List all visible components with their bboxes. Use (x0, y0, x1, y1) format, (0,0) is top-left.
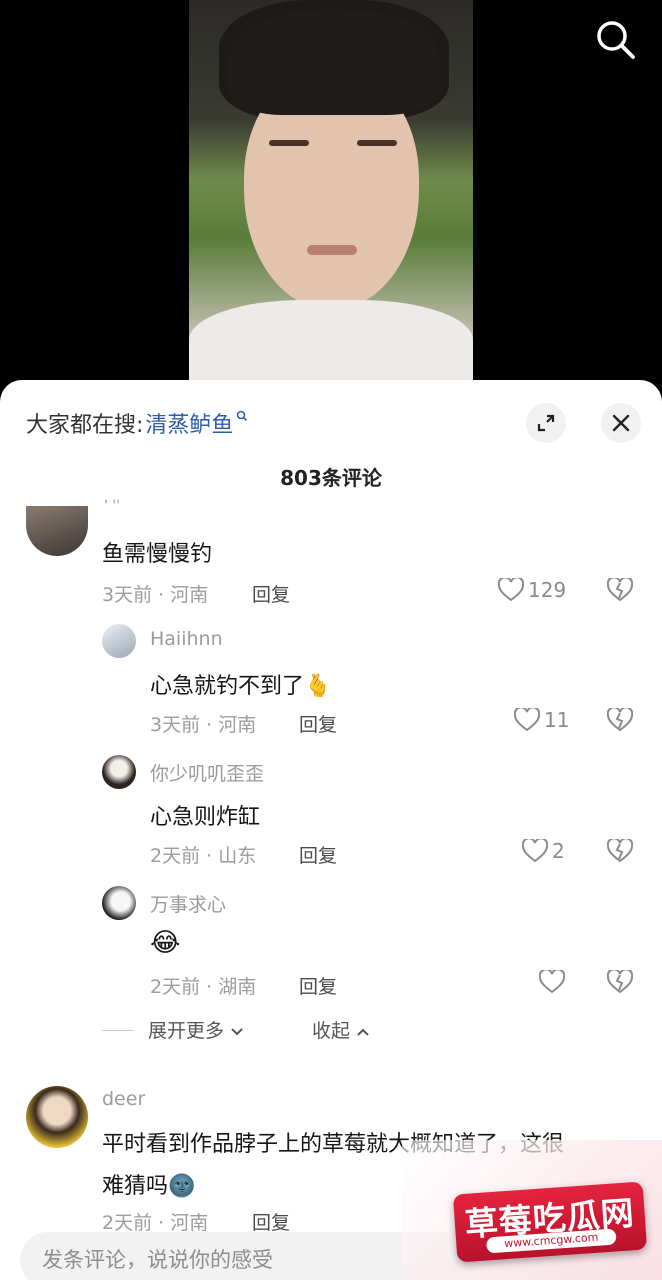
avatar[interactable] (102, 755, 136, 789)
comment-item: ' '' 鱼需慢慢钓 3天前 · 河南 回复 129 (0, 498, 662, 608)
tears-of-joy-emoji: 😂 (150, 928, 181, 958)
expand-more-button[interactable]: 展开更多 (148, 1016, 244, 1043)
reply-button[interactable]: 回复 (299, 710, 337, 737)
collapse-button[interactable]: 收起 (312, 1016, 370, 1043)
collapse-label: 收起 (312, 1020, 351, 1042)
dislike-button[interactable] (606, 837, 634, 867)
comment-username[interactable]: ' '' (104, 498, 120, 514)
like-count: 11 (544, 708, 570, 732)
broken-heart-icon (606, 968, 634, 994)
reply-button[interactable]: 回复 (299, 841, 337, 868)
expand-sheet-button[interactable] (526, 403, 566, 443)
dislike-button[interactable] (606, 968, 634, 998)
hot-search-bar: 大家都在搜: 清蒸鲈鱼 (26, 406, 248, 440)
comment-text: 心急就钓不到了🫰 (150, 668, 331, 700)
expand-more-label: 展开更多 (148, 1020, 225, 1042)
chevron-down-icon (231, 1028, 243, 1036)
heart-icon (539, 970, 565, 994)
comment-username[interactable]: 你少叽叽歪歪 (150, 759, 264, 786)
like-count: 2 (552, 839, 565, 863)
video-person-eye-left (269, 140, 309, 146)
comment-username[interactable]: deer (102, 1088, 145, 1110)
comment-text: 心急则炸缸 (150, 805, 261, 830)
avatar[interactable] (102, 624, 136, 658)
reply-item: Haiihnn 心急就钓不到了🫰 3天前 · 河南 回复 11 (0, 622, 662, 742)
video-person-mouth (307, 245, 357, 255)
comment-text: 鱼需慢慢钓 (102, 542, 213, 567)
close-sheet-button[interactable] (601, 403, 641, 443)
video-player[interactable] (0, 0, 662, 400)
search-icon[interactable] (592, 16, 638, 62)
reply-item: 万事求心 😂 2天前 · 湖南 回复 (0, 884, 662, 1004)
heart-icon (522, 839, 548, 863)
reply-expand-row: 展开更多 收起 (102, 1016, 502, 1046)
moon-face-emoji: 🌚 (168, 1174, 196, 1199)
comment-count-title: 803条评论 (280, 466, 382, 490)
heart-icon (514, 708, 540, 732)
hot-search-prefix: 大家都在搜: (26, 413, 144, 438)
comment-meta: 3天前 · 河南 (102, 584, 209, 606)
like-count: 129 (528, 578, 567, 602)
reply-item: 你少叽叽歪歪 心急则炸缸 2天前 · 山东 回复 2 (0, 753, 662, 873)
avatar[interactable] (26, 506, 88, 556)
comment-text-body: 心急就钓不到了 (150, 674, 305, 699)
dislike-button[interactable] (606, 576, 634, 606)
video-person-eye-right (357, 140, 397, 146)
comment-meta: 2天前 · 河南 (102, 1212, 209, 1234)
comment-text-line2: 难猜吗🌚 (102, 1168, 195, 1200)
comment-username[interactable]: Haiihnn (150, 628, 223, 650)
close-icon (612, 414, 630, 432)
like-button[interactable]: 11 (514, 708, 569, 732)
broken-heart-icon (606, 837, 634, 863)
comment-input[interactable] (42, 1242, 422, 1278)
like-button[interactable]: 129 (498, 578, 566, 602)
reply-button[interactable]: 回复 (252, 580, 290, 607)
expand-icon (537, 414, 555, 432)
like-button[interactable]: 2 (522, 839, 565, 863)
finger-heart-emoji: 🫰 (304, 674, 332, 699)
comment-text-body: 难猜吗 (102, 1174, 169, 1199)
video-frame[interactable] (189, 0, 473, 400)
search-keyword-icon (236, 410, 248, 426)
comment-username[interactable]: 万事求心 (150, 890, 226, 917)
avatar[interactable] (26, 1086, 88, 1148)
video-person-fringe (229, 10, 439, 115)
heart-icon (498, 578, 524, 602)
avatar[interactable] (102, 886, 136, 920)
broken-heart-icon (606, 706, 634, 732)
reply-button[interactable]: 回复 (252, 1208, 290, 1235)
comment-meta: 2天前 · 湖南 (150, 976, 257, 998)
like-button[interactable] (539, 970, 569, 994)
reply-button[interactable]: 回复 (299, 972, 337, 999)
comment-meta: 2天前 · 山东 (150, 845, 257, 867)
hot-search-keyword[interactable]: 清蒸鲈鱼 (145, 407, 233, 439)
comment-meta: 3天前 · 河南 (150, 714, 257, 736)
chevron-up-icon (357, 1028, 369, 1036)
broken-heart-icon (606, 576, 634, 602)
watermark-logo: 草莓吃瓜网 www.cmcgw.com (452, 1181, 648, 1263)
divider (102, 1030, 134, 1031)
dislike-button[interactable] (606, 706, 634, 736)
